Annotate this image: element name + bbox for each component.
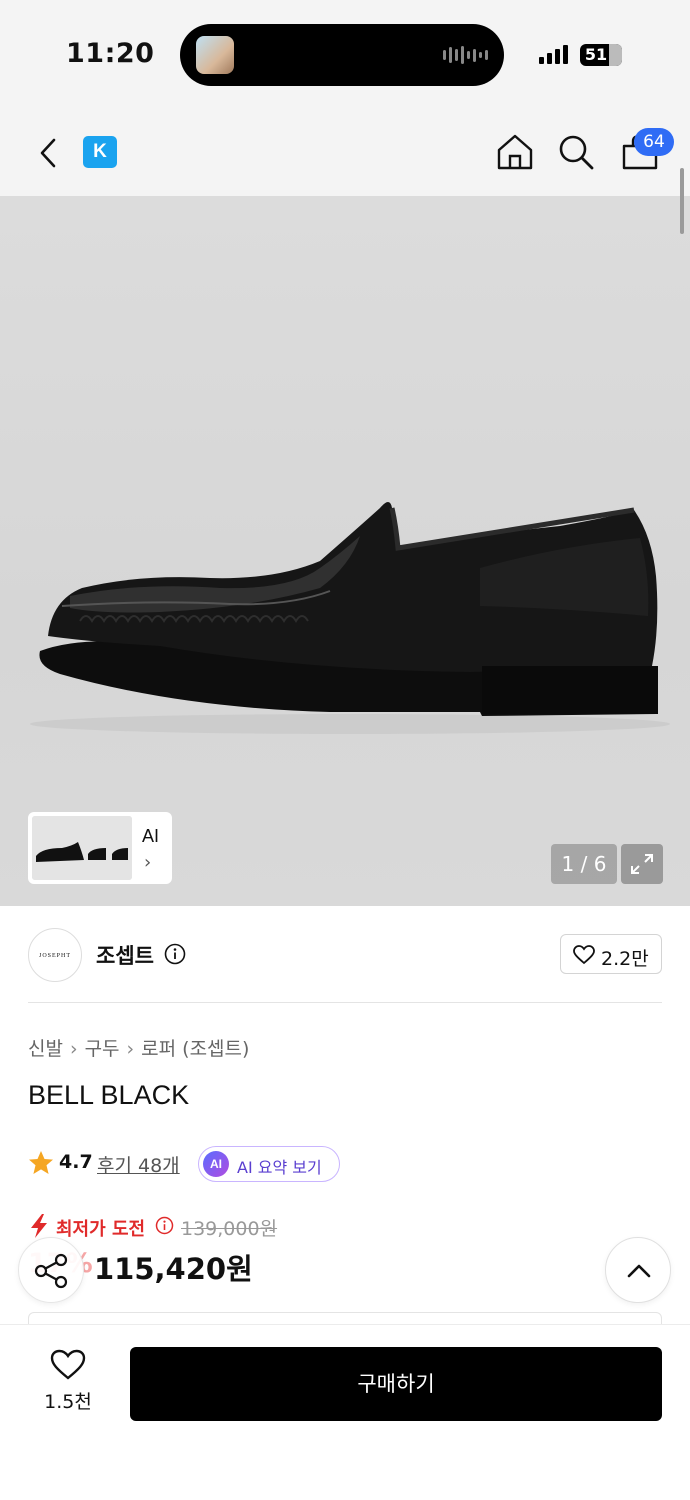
- thumbnail-label: AI: [142, 826, 160, 846]
- scroll-to-top-button[interactable]: [605, 1237, 671, 1303]
- lowest-price-row: 최저가 도전 139,000원: [28, 1212, 428, 1240]
- divider: [28, 1002, 662, 1003]
- status-time: 11:20: [66, 38, 155, 69]
- buy-button[interactable]: 구매하기: [130, 1347, 662, 1421]
- share-button[interactable]: [18, 1237, 84, 1303]
- share-icon: [34, 1253, 68, 1289]
- now-playing-artwork: [196, 36, 234, 74]
- sale-price: 115,420원: [94, 1252, 253, 1286]
- wishlist-count: 1.5천: [44, 1391, 92, 1413]
- bottom-purchase-bar: 1.5천 구매하기: [0, 1324, 690, 1500]
- original-price: 139,000원: [181, 1218, 278, 1240]
- product-image-loafer: [30, 502, 670, 734]
- info-icon[interactable]: [164, 943, 186, 965]
- lightning-icon: [31, 1214, 47, 1238]
- brand-row: JOSEPHT 조셉트 2.2만: [0, 906, 690, 1004]
- dynamic-island[interactable]: [180, 24, 504, 86]
- chevron-right-icon: ›: [126, 1038, 135, 1060]
- review-count-link[interactable]: 후기 48개: [97, 1151, 180, 1178]
- chevron-right-icon: ›: [69, 1038, 78, 1060]
- product-image-gallery[interactable]: AI › 1 / 6: [0, 196, 690, 906]
- chevron-up-icon: [627, 1264, 651, 1278]
- rating-row: 4.7 후기 48개 AI AI 요약 보기: [28, 1146, 668, 1182]
- expand-icon[interactable]: [621, 844, 663, 884]
- audio-waveform-icon: [443, 46, 488, 64]
- image-counter: 1 / 6: [551, 844, 617, 884]
- brand-logo[interactable]: JOSEPHT: [28, 928, 82, 982]
- status-bar: 11:20 51: [0, 0, 690, 108]
- rating-value: 4.7: [59, 1151, 93, 1173]
- cellular-signal-icon: [539, 44, 568, 64]
- brand-like-count: 2.2만: [601, 948, 649, 970]
- ai-summary-button[interactable]: AI AI 요약 보기: [198, 1146, 340, 1182]
- thumbnail-image: [32, 816, 132, 880]
- heart-icon[interactable]: [50, 1349, 86, 1381]
- heart-icon: [573, 945, 595, 965]
- breadcrumb-item[interactable]: 구두: [85, 1038, 120, 1060]
- scrollbar-thumb[interactable]: [680, 168, 684, 234]
- search-icon[interactable]: [556, 132, 596, 172]
- back-icon[interactable]: [34, 136, 64, 170]
- star-icon: [29, 1151, 53, 1174]
- battery-icon: 51: [580, 44, 622, 66]
- info-icon[interactable]: [155, 1216, 174, 1235]
- chevron-right-icon: ›: [144, 852, 152, 873]
- battery-level: 51: [584, 45, 608, 64]
- ai-badge-icon: AI: [203, 1151, 229, 1177]
- cart-count-badge: 64: [634, 128, 674, 156]
- brand-like-button[interactable]: 2.2만: [560, 934, 662, 974]
- breadcrumb-item[interactable]: 신발: [28, 1038, 63, 1060]
- ai-thumbnail-card[interactable]: AI ›: [28, 812, 172, 884]
- ai-summary-label: AI 요약 보기: [237, 1158, 322, 1177]
- breadcrumb-item[interactable]: 로퍼 (조셉트): [141, 1038, 249, 1060]
- home-icon[interactable]: [495, 132, 535, 172]
- app-logo[interactable]: K: [83, 136, 117, 168]
- breadcrumb: 신발 › 구두 › 로퍼 (조셉트): [28, 1034, 249, 1061]
- product-title: BELL BLACK: [28, 1080, 190, 1110]
- brand-name[interactable]: 조셉트: [96, 940, 154, 970]
- price-row: 17% 115,420원: [28, 1244, 428, 1288]
